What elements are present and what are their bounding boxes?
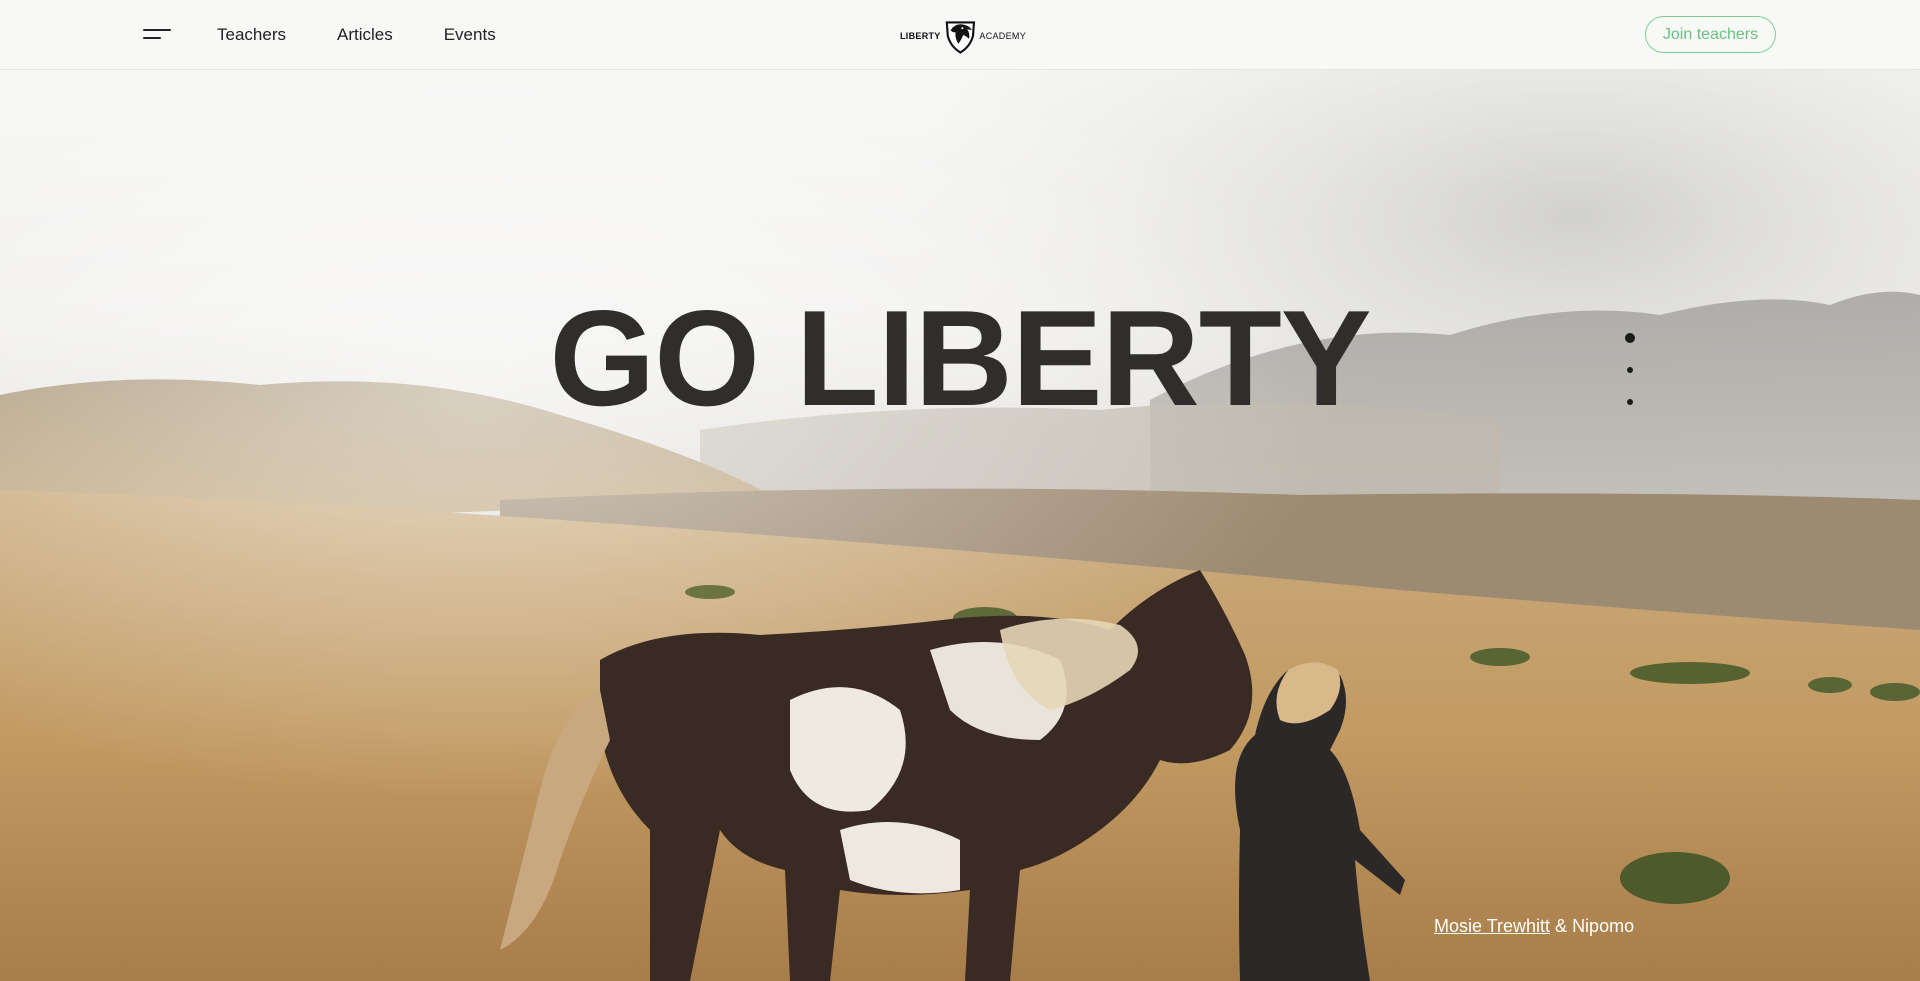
- logo-word-academy: ACADEMY: [979, 31, 1026, 41]
- hero-section: GO LIBERTY Mosie Trewhitt & Nipomo: [0, 70, 1920, 981]
- credit-horse-name: Nipomo: [1572, 916, 1635, 936]
- nav-link-articles[interactable]: Articles: [337, 25, 393, 45]
- nav-link-events[interactable]: Events: [444, 25, 496, 45]
- credit-separator: &: [1550, 916, 1573, 936]
- hero-title: GO LIBERTY: [549, 282, 1371, 434]
- slide-dot-2[interactable]: [1627, 367, 1633, 373]
- nav-link-teachers[interactable]: Teachers: [217, 25, 286, 45]
- hero-background-image: [0, 70, 1920, 981]
- main-nav: Teachers Articles Events: [217, 0, 547, 70]
- logo-word-liberty: LIBERTY: [900, 31, 941, 41]
- photo-credit: Mosie Trewhitt & Nipomo: [1434, 916, 1634, 937]
- slide-dot-3[interactable]: [1627, 399, 1633, 405]
- site-header: Teachers Articles Events LIBERTY ACADEMY…: [0, 0, 1920, 70]
- horse-head-shield-icon: [945, 21, 975, 54]
- site-logo[interactable]: LIBERTY ACADEMY: [900, 14, 1026, 58]
- hamburger-menu-icon[interactable]: [143, 24, 171, 46]
- join-teachers-button[interactable]: Join teachers: [1645, 16, 1776, 53]
- slide-dot-1-active[interactable]: [1625, 333, 1635, 343]
- credit-author-link[interactable]: Mosie Trewhitt: [1434, 916, 1550, 936]
